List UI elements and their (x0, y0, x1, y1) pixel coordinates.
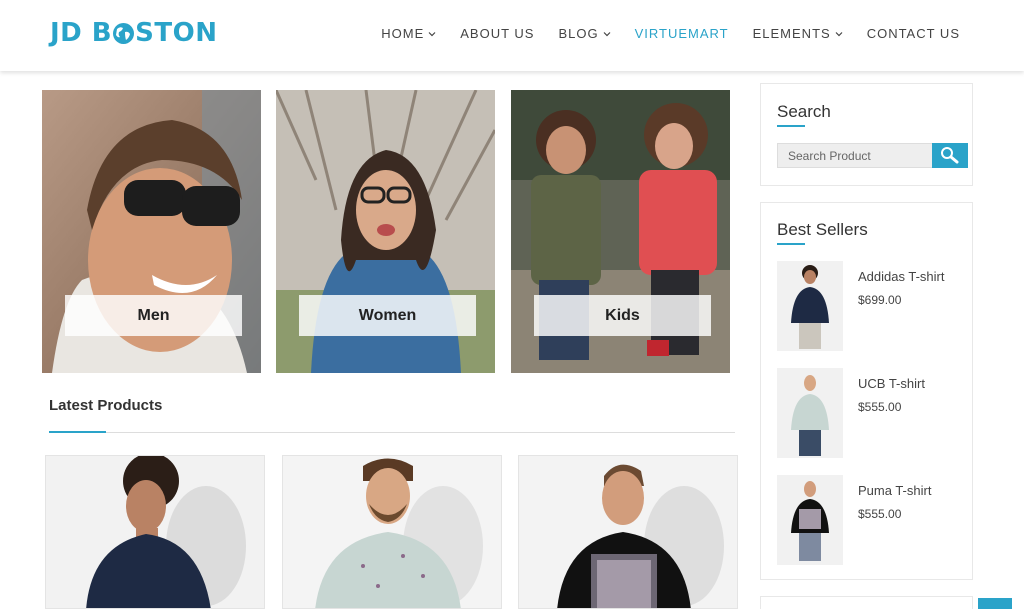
nav-virtuemart[interactable]: VIRTUEMART (635, 26, 729, 41)
logo-text-end: STON (135, 18, 218, 48)
nav-blog-label: BLOG (558, 26, 599, 41)
best-seller-item: UCB T-shirt $555.00 (777, 368, 967, 458)
widget-title-accent (777, 125, 805, 127)
search-input[interactable] (777, 143, 933, 168)
product-image (283, 456, 501, 608)
best-seller-item: Addidas T-shirt $699.00 (777, 261, 967, 351)
site-logo[interactable]: JD B STON (50, 18, 217, 48)
nav-home-label: HOME (381, 26, 425, 41)
search-icon (941, 147, 959, 164)
section-divider-accent (49, 431, 106, 433)
scroll-to-top-button[interactable] (978, 598, 1012, 609)
site-header: JD B STON HOME ABOUT US BLOG VIRTUEMART … (0, 0, 1024, 71)
best-seller-thumbnail[interactable] (777, 475, 843, 565)
search-widget-title: Search (777, 102, 831, 121)
nav-contact-us-label: CONTACT US (866, 26, 960, 41)
nav-elements-label: ELEMENTS (752, 26, 831, 41)
nav-contact-us[interactable]: CONTACT US (867, 26, 960, 41)
best-seller-name[interactable]: Puma T-shirt (858, 483, 931, 498)
best-sellers-title: Best Sellers (777, 220, 868, 239)
product-image (519, 456, 737, 608)
nav-home[interactable]: HOME (381, 26, 436, 41)
best-seller-price: $555.00 (858, 400, 902, 414)
best-seller-name[interactable]: Addidas T-shirt (858, 269, 944, 284)
logo-text-start: JD B (50, 18, 113, 48)
chevron-down-icon (603, 31, 611, 36)
product-thumbnail-image (777, 261, 843, 351)
widget-title-accent (777, 243, 805, 245)
chevron-down-icon (835, 31, 843, 36)
category-card-kids[interactable]: Kids (511, 90, 730, 373)
best-seller-thumbnail[interactable] (777, 368, 843, 458)
best-seller-name[interactable]: UCB T-shirt (858, 376, 925, 391)
nav-about-us[interactable]: ABOUT US (460, 26, 534, 41)
nav-elements[interactable]: ELEMENTS (753, 26, 843, 41)
category-label-women: Women (299, 295, 476, 336)
product-card[interactable] (45, 455, 265, 609)
best-seller-price: $555.00 (858, 507, 902, 521)
best-seller-thumbnail[interactable] (777, 261, 843, 351)
best-sellers-widget: Best Sellers Addidas T-shirt $699.00 UCB… (760, 202, 973, 580)
globe-icon (113, 22, 135, 44)
nav-virtuemart-label: VIRTUEMART (634, 26, 729, 41)
latest-products-heading: Latest Products (49, 397, 163, 414)
search-widget: Search (760, 83, 973, 186)
category-card-women[interactable]: Women (276, 90, 495, 373)
best-seller-price: $699.00 (858, 293, 902, 307)
search-button[interactable] (932, 143, 968, 168)
chevron-down-icon (428, 31, 436, 36)
section-divider (49, 432, 735, 433)
next-widget-partial (760, 596, 973, 609)
product-card[interactable] (282, 455, 502, 609)
best-seller-item: Puma T-shirt $555.00 (777, 475, 967, 565)
category-label-men: Men (65, 295, 242, 336)
category-card-men[interactable]: Men (42, 90, 261, 373)
product-thumbnail-image (777, 368, 843, 458)
product-thumbnail-image (777, 475, 843, 565)
main-nav: HOME ABOUT US BLOG VIRTUEMART ELEMENTS C… (357, 26, 960, 41)
nav-blog[interactable]: BLOG (558, 26, 611, 41)
nav-about-us-label: ABOUT US (460, 26, 535, 41)
product-card[interactable] (518, 455, 738, 609)
category-label-kids: Kids (534, 295, 711, 336)
product-image (46, 456, 264, 608)
